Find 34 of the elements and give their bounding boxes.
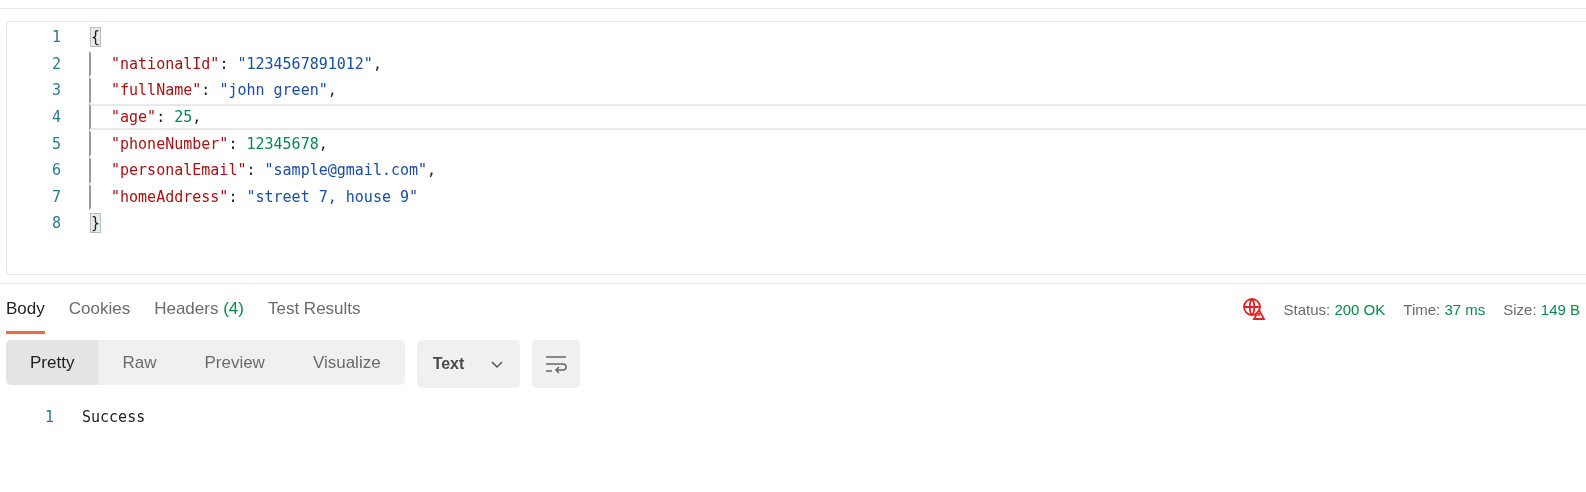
line-number: 6: [50, 161, 61, 180]
code-editor[interactable]: 1 { 2 "nationalId": "1234567891012", 3 "fullName": "john green", 4 "age": 25, 5 "phoneNumber": 12345678, 6 "personalEmail": "sample@gmail.com", 7 "homeAddress": "street 7, house 9" 8 }: [6, 21, 1586, 275]
wrap-lines-icon: [543, 354, 568, 374]
format-select[interactable]: Text: [416, 340, 520, 388]
view-mode-button[interactable]: Preview: [180, 340, 289, 385]
response-tab[interactable]: Cookies: [68, 284, 131, 334]
line-number: 1: [50, 28, 61, 47]
code-text: "age": 25,: [89, 103, 1586, 131]
view-mode-button[interactable]: Visualize: [288, 340, 405, 385]
response-tab[interactable]: Body: [6, 284, 45, 334]
code-text: "nationalId": "1234567891012",: [89, 50, 1586, 78]
code-text: "homeAddress": "street 7, house 9": [89, 183, 1586, 211]
response-stat: Size: 149 B: [1503, 300, 1580, 318]
view-mode-button[interactable]: Pretty: [6, 340, 99, 385]
response-stat: Status: 200 OK: [1283, 300, 1386, 318]
code-text: "phoneNumber": 12345678,: [89, 130, 1586, 157]
code-text: "fullName": "john green",: [89, 77, 1586, 104]
line-number: 3: [50, 81, 61, 100]
response-stat: Time: 37 ms: [1403, 300, 1486, 318]
line-number: 5: [50, 134, 61, 153]
line-number: 8: [50, 214, 61, 233]
wrap-lines-button[interactable]: [531, 340, 580, 388]
globe-warning-icon[interactable]: [1241, 297, 1266, 321]
response-tab[interactable]: Test Results: [267, 284, 361, 334]
line-number: 2: [50, 54, 61, 73]
code-text: {: [90, 27, 102, 49]
response-text: Success: [82, 408, 146, 426]
view-mode-button[interactable]: Raw: [98, 340, 181, 385]
code-text: }: [90, 213, 102, 235]
line-number: 7: [50, 187, 61, 206]
line-number: 1: [43, 408, 54, 426]
code-text: "personalEmail": "sample@gmail.com",: [89, 156, 1586, 184]
response-tab[interactable]: Headers (4): [154, 284, 244, 334]
line-number: 4: [50, 108, 61, 127]
